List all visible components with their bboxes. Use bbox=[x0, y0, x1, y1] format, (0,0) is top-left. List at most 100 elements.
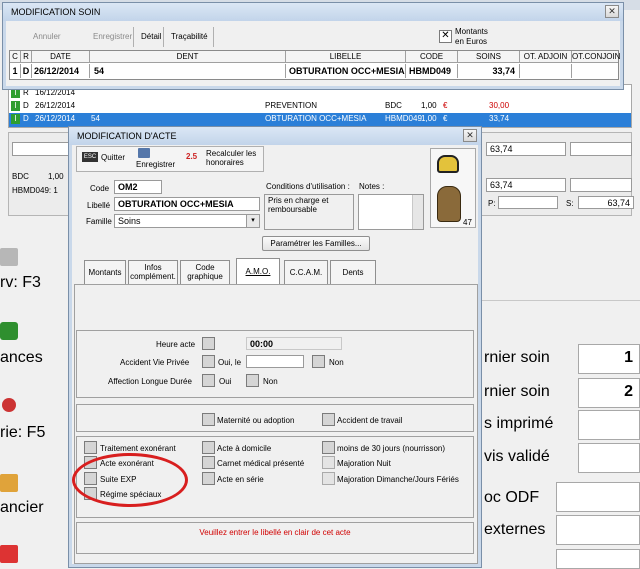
finance-icon[interactable] bbox=[0, 322, 18, 340]
accident-travail-label: Accident de travail bbox=[337, 416, 403, 425]
recalculer-button[interactable]: Recalculer les honoraires bbox=[206, 149, 262, 167]
acte-domicile-checkbox[interactable] bbox=[202, 441, 215, 454]
bg-row-amount: 33,74 bbox=[489, 114, 510, 123]
cell-soins: 33,74 bbox=[458, 64, 520, 78]
acte-titlebar: MODIFICATION D'ACTE bbox=[69, 127, 481, 145]
bg-list-row[interactable]: I D 26/12/2014 54 OBTURATION OCC+MESIA HBMD04… bbox=[9, 113, 631, 127]
bg-row-libelle: PREVENTION bbox=[265, 101, 318, 110]
bg-row-currency: € bbox=[443, 114, 448, 123]
montants-euros-checkbox[interactable]: ✕ bbox=[439, 30, 452, 43]
bg-row-type: D bbox=[23, 101, 29, 110]
bg-list-row[interactable]: I D 26/12/2014 PREVENTION BDC 1,00 €30,00 bbox=[9, 100, 631, 114]
moins-30-jours-checkbox[interactable] bbox=[322, 441, 335, 454]
conditions-text: Pris en charge et remboursable bbox=[268, 196, 329, 214]
tab-dents[interactable]: Dents bbox=[330, 260, 376, 284]
soin-grid-row[interactable]: 1 D 26/12/2014 54 OBTURATION OCC+MESIA H… bbox=[10, 64, 618, 78]
bg-field-empty[interactable] bbox=[12, 142, 72, 156]
col-libelle: LIBELLE bbox=[286, 51, 406, 63]
report-icon[interactable] bbox=[0, 545, 18, 563]
acte-enregistrer-button[interactable]: Enregistrer bbox=[136, 160, 175, 169]
accident-oui-le-label: Oui, le bbox=[218, 358, 242, 367]
bg-row-code: HBMD049 bbox=[385, 114, 422, 123]
annuler-button[interactable]: Annuler bbox=[29, 29, 65, 45]
quitter-button[interactable]: Quitter bbox=[101, 153, 125, 162]
bg-row-amount: 30,00 bbox=[489, 101, 510, 110]
acte-serie-label: Acte en série bbox=[217, 475, 264, 484]
tab-code-graphique[interactable]: Code graphique bbox=[180, 260, 230, 284]
code-field[interactable]: OM2 bbox=[114, 180, 162, 194]
majoration-nuit-checkbox[interactable] bbox=[322, 456, 335, 469]
famille-dropdown-icon[interactable]: ▾ bbox=[246, 214, 260, 228]
accident-oui-checkbox[interactable] bbox=[202, 355, 215, 368]
bg-info-hbmd: HBMD049: 1 bbox=[12, 186, 58, 195]
bg-total-1b bbox=[570, 142, 632, 156]
right-label-odf: oc ODF bbox=[484, 489, 540, 506]
acte-domicile-label: Acte à domicile bbox=[217, 444, 272, 453]
toolbar-sep-3 bbox=[213, 27, 214, 47]
traitement-exonerant-label: Traitement exonérant bbox=[100, 444, 176, 453]
bg-row-date: 26/12/2014 bbox=[35, 101, 76, 110]
accident-date-field[interactable] bbox=[246, 355, 304, 368]
ald-non-checkbox[interactable] bbox=[246, 374, 259, 387]
montants-euros-label: Montants en Euros bbox=[455, 27, 488, 46]
soin-enregistrer-button[interactable]: Enregistrer bbox=[89, 29, 136, 45]
col-code: CODE bbox=[406, 51, 458, 63]
document-icon[interactable] bbox=[0, 474, 18, 492]
cell-libelle: OBTURATION OCC+MESIA bbox=[286, 64, 406, 78]
acte-close-button[interactable]: ✕ bbox=[463, 129, 477, 142]
bg-total-2: 63,74 bbox=[486, 178, 566, 192]
carnet-medical-checkbox[interactable] bbox=[202, 456, 215, 469]
soin-titlebar: MODIFICATION SOIN bbox=[3, 3, 623, 21]
accident-travail-checkbox[interactable] bbox=[322, 413, 335, 426]
recalculate-icon: 2.5 bbox=[186, 152, 198, 161]
heure-checkbox[interactable] bbox=[202, 337, 215, 350]
print-icon[interactable] bbox=[0, 248, 18, 266]
famille-select[interactable]: Soins bbox=[114, 214, 260, 228]
highlight-circle bbox=[72, 453, 188, 507]
col-soins: SOINS bbox=[458, 51, 520, 63]
code-label: Code bbox=[90, 184, 110, 193]
bg-s-field: 63,74 bbox=[578, 196, 634, 209]
tab-ccam[interactable]: C.C.A.M. bbox=[284, 260, 328, 284]
ald-non-label: Non bbox=[263, 377, 278, 386]
bg-total-2b bbox=[570, 178, 632, 192]
right-label-dernier-soin: rnier soin bbox=[484, 349, 550, 366]
col-date: DATE bbox=[32, 51, 90, 63]
bg-info-bdc-val: 1,00 bbox=[48, 172, 64, 181]
traitement-exonerant-checkbox[interactable] bbox=[84, 441, 97, 454]
right-label-imprime: s imprimé bbox=[484, 415, 554, 432]
ald-oui-label: Oui bbox=[219, 377, 232, 386]
modification-soin-window: MODIFICATION SOIN ✕ Annuler Enregistrer … bbox=[2, 2, 624, 90]
cell-code: HBMD049 bbox=[406, 64, 458, 78]
bg-row-code: BDC bbox=[385, 101, 402, 110]
majoration-dimanche-checkbox[interactable] bbox=[322, 472, 335, 485]
esc-icon: ESC bbox=[82, 152, 98, 162]
tab-infos[interactable]: Infos complément. bbox=[128, 260, 178, 284]
cell-date: 26/12/2014 bbox=[32, 64, 90, 78]
heure-field[interactable]: 00:00 bbox=[246, 337, 342, 350]
libelle-field[interactable]: OBTURATION OCC+MESIA bbox=[114, 197, 260, 211]
cell-c: 1 bbox=[10, 64, 21, 78]
status-flag-icon: I bbox=[11, 114, 20, 124]
accident-non-checkbox[interactable] bbox=[312, 355, 325, 368]
tab-montants[interactable]: Montants bbox=[84, 260, 126, 284]
parametrer-familles-button[interactable]: Paramétrer les Familles... bbox=[262, 236, 370, 251]
soin-title: MODIFICATION SOIN bbox=[11, 7, 101, 17]
tab-amo[interactable]: A.M.O. bbox=[236, 258, 280, 284]
tracabilite-button[interactable]: Traçabilité bbox=[167, 29, 212, 45]
tools-icon[interactable] bbox=[2, 398, 16, 412]
bg-row-dent: 54 bbox=[91, 114, 100, 123]
maternite-checkbox[interactable] bbox=[202, 413, 215, 426]
tooth-crown-icon bbox=[437, 155, 459, 173]
acte-serie-checkbox[interactable] bbox=[202, 472, 215, 485]
ald-oui-checkbox[interactable] bbox=[202, 374, 215, 387]
left-label-ancier: ancier bbox=[0, 499, 44, 516]
conditions-label: Conditions d'utilisation : bbox=[266, 182, 350, 191]
notes-scrollbar[interactable] bbox=[412, 195, 423, 229]
right-box-valide bbox=[578, 443, 640, 473]
bg-p-field bbox=[498, 196, 558, 209]
soin-close-button[interactable]: ✕ bbox=[605, 5, 619, 18]
heure-label: Heure acte bbox=[156, 340, 196, 349]
col-r: R bbox=[21, 51, 32, 63]
detail-button[interactable]: Détail bbox=[137, 29, 165, 45]
